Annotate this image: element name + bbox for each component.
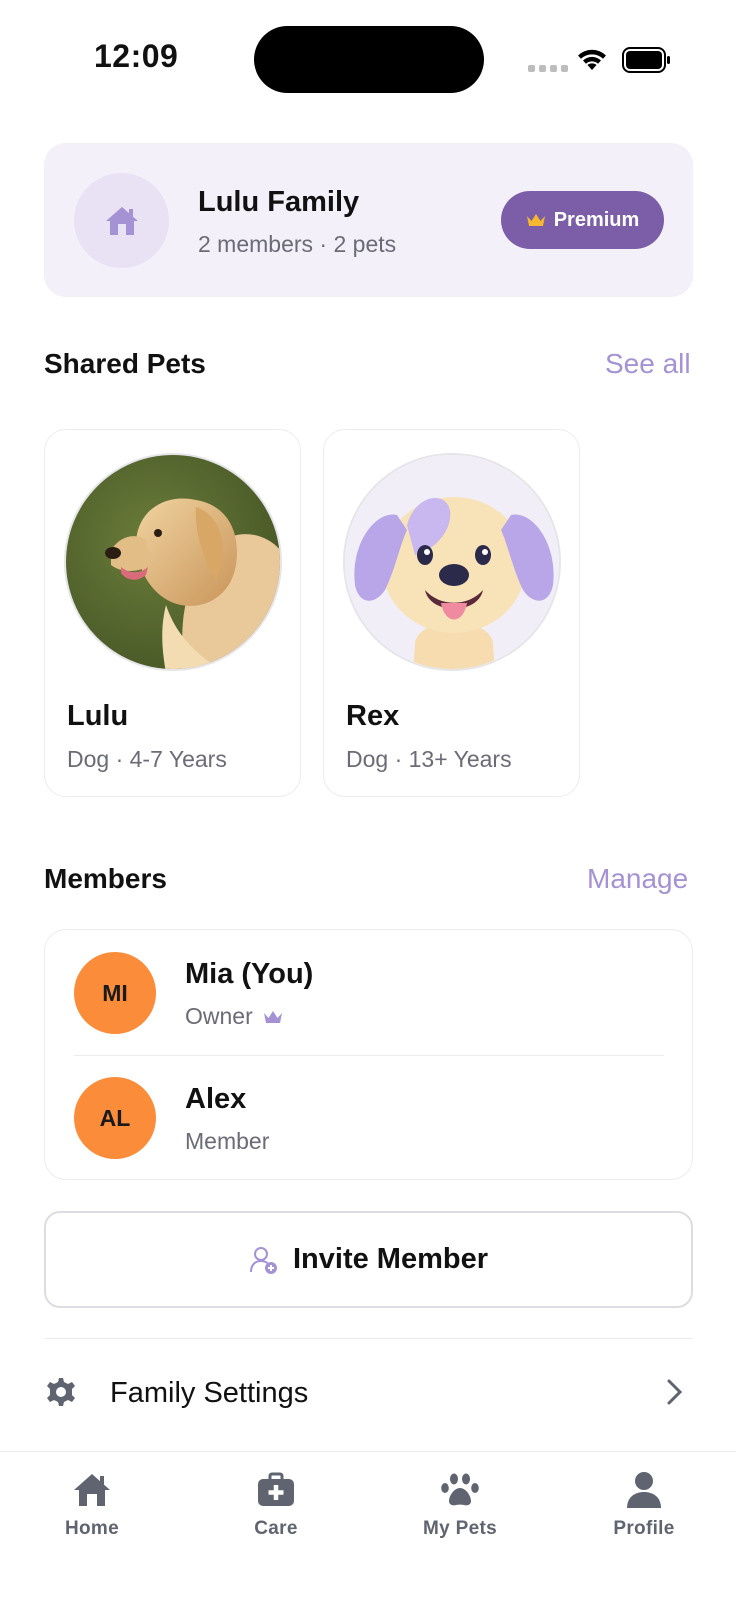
member-row-alex[interactable]: AL Alex Member [45, 1055, 694, 1180]
crown-icon [263, 1010, 282, 1023]
tab-label: Care [254, 1518, 298, 1539]
tab-label: Home [65, 1518, 119, 1539]
family-avatar [74, 173, 169, 268]
pet-photo-lulu [64, 453, 282, 671]
wifi-icon [578, 49, 606, 70]
avatar: AL [74, 1077, 156, 1159]
see-all-link[interactable]: See all [605, 348, 691, 380]
member-role-label: Owner [185, 1003, 253, 1029]
member-name: Alex [185, 1083, 247, 1115]
gear-icon [47, 1378, 75, 1406]
tab-label: My Pets [423, 1518, 497, 1539]
manage-link[interactable]: Manage [587, 863, 688, 895]
premium-button[interactable]: Premium [501, 191, 664, 249]
status-bar: 12:09 [0, 0, 736, 120]
cartoon-puppy-illustration [345, 455, 559, 669]
member-role: Member [185, 1128, 269, 1155]
tab-home[interactable]: Home [0, 1452, 184, 1562]
member-role-label: Member [185, 1128, 270, 1154]
pet-meta: Dog · 13+ Years [346, 746, 512, 772]
medical-kit-icon [258, 1472, 294, 1506]
person-icon [627, 1472, 661, 1508]
family-settings-label: Family Settings [110, 1377, 309, 1409]
chevron-right-icon [667, 1379, 683, 1405]
dynamic-island [254, 26, 484, 93]
pet-meta: Dog · 4-7 Years [67, 746, 227, 772]
pet-name: Lulu [67, 700, 129, 732]
member-row-mia[interactable]: MI Mia (You) Owner [45, 930, 694, 1056]
family-card[interactable]: Lulu Family 2 members · 2 pets Premium [44, 143, 693, 297]
status-time: 12:09 [94, 38, 179, 74]
family-settings-row[interactable]: Family Settings [44, 1365, 693, 1419]
member-role: Owner [185, 1003, 283, 1030]
family-name: Lulu Family [198, 186, 360, 218]
family-meta: 2 members · 2 pets [198, 231, 397, 257]
members-card: MI Mia (You) Owner AL Alex Member [44, 929, 693, 1180]
invite-member-button[interactable]: Invite Member [44, 1211, 693, 1308]
pet-name: Rex [346, 700, 400, 732]
paw-icon [441, 1473, 479, 1506]
tab-care[interactable]: Care [184, 1452, 368, 1562]
member-name: Mia (You) [185, 958, 314, 990]
members-title: Members [44, 863, 167, 894]
home-icon [105, 206, 138, 235]
tab-label: Profile [613, 1518, 675, 1539]
shared-pets-title: Shared Pets [44, 348, 206, 379]
pet-card-rex[interactable]: Rex Dog · 13+ Years [323, 429, 580, 797]
golden-retriever-photo [66, 455, 280, 669]
tab-bar: Home Care My Pets Profile [0, 1451, 736, 1600]
home-icon [74, 1474, 110, 1506]
avatar: MI [74, 952, 156, 1034]
battery-icon [622, 47, 670, 73]
crown-icon [526, 214, 545, 226]
pet-photo-rex [343, 453, 561, 671]
invite-label: Invite Member [293, 1243, 488, 1275]
tab-profile[interactable]: Profile [552, 1452, 736, 1562]
add-user-icon [250, 1246, 277, 1274]
pet-card-lulu[interactable]: Lulu Dog · 4-7 Years [44, 429, 301, 797]
cellular-signal-icon [528, 65, 568, 72]
divider [44, 1338, 693, 1339]
tab-my-pets[interactable]: My Pets [368, 1452, 552, 1562]
premium-label: Premium [553, 208, 640, 231]
